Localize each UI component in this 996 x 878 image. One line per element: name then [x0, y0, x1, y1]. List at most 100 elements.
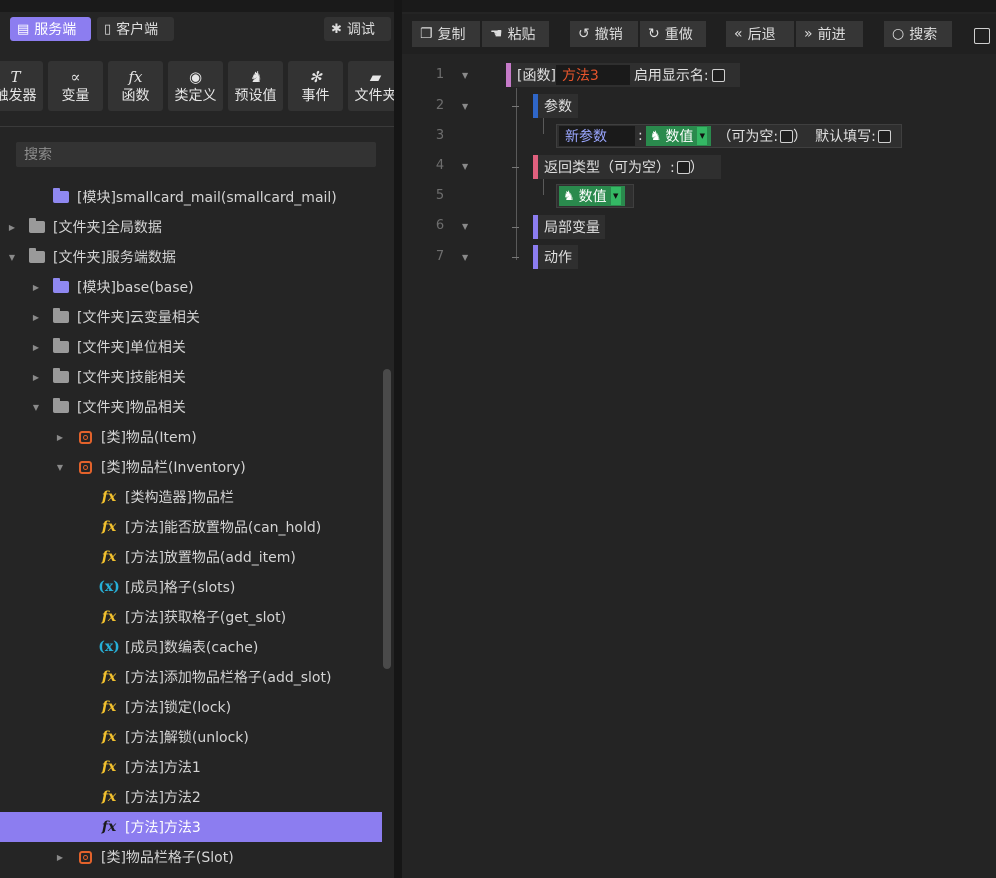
- function-button[interactable]: fx 函数: [108, 61, 163, 111]
- class-definition-button[interactable]: ◉ 类定义: [168, 61, 223, 111]
- tree-item[interactable]: ▶ [文件夹]云变量相关: [0, 302, 382, 332]
- chevron-down-icon[interactable]: ▼: [7, 253, 17, 262]
- event-button[interactable]: ✻ 事件: [288, 61, 343, 111]
- fold-toggle[interactable]: ▼: [462, 222, 468, 231]
- paste-button[interactable]: ☚ 粘贴: [482, 21, 549, 47]
- top-strip: [0, 0, 394, 12]
- chevron-right-icon[interactable]: ▶: [55, 433, 65, 442]
- fold-toggle[interactable]: ▼: [462, 71, 468, 80]
- server-tab[interactable]: ▤ 服务端: [10, 17, 91, 41]
- return-type-node[interactable]: 返回类型（可为空）: ）: [533, 155, 721, 179]
- trigger-button[interactable]: T 触发器: [0, 61, 43, 111]
- tree-item-label: [文件夹]技能相关: [77, 370, 186, 386]
- fold-toggle[interactable]: ▼: [462, 162, 468, 171]
- chevron-right-icon[interactable]: ▶: [31, 313, 41, 322]
- paste-label: 粘贴: [507, 27, 536, 43]
- tree-item[interactable]: ▼ [类]物品栏(Inventory): [0, 452, 382, 482]
- tree-item-label: [成员]数编表(cache): [125, 640, 259, 656]
- tree-item[interactable]: fx [类构造器]物品栏: [0, 482, 382, 512]
- tree-item[interactable]: fx [方法]获取格子(get_slot): [0, 602, 382, 632]
- tree-item[interactable]: ▼ [文件夹]服务端数据: [0, 242, 382, 272]
- tree-item[interactable]: (x) [成员]数编表(cache): [0, 632, 382, 662]
- function-icon: fx: [101, 729, 117, 745]
- redo-icon: ↻: [648, 26, 660, 42]
- chevron-right-icon[interactable]: ▶: [7, 223, 17, 232]
- debug-button[interactable]: ✱ 调试: [324, 17, 391, 41]
- editor-toolbar: ❐ 复制 ☚ 粘贴 ↺ 撤销 ↻ 重做 « 后退 » 前进 ○ 搜索: [402, 14, 996, 54]
- tree-item-label: [方法]方法2: [125, 790, 201, 806]
- copy-button[interactable]: ❐ 复制: [412, 21, 480, 47]
- tree-item[interactable]: fx [方法]放置物品(add_item): [0, 542, 382, 572]
- tree-item[interactable]: fx [方法]能否放置物品(can_hold): [0, 512, 382, 542]
- chevron-right-icon[interactable]: ▶: [31, 343, 41, 352]
- search-button[interactable]: ○ 搜索: [884, 21, 952, 47]
- tree-scrollbar[interactable]: [383, 369, 391, 669]
- chevron-right-icon[interactable]: ▶: [31, 283, 41, 292]
- client-tab[interactable]: ▯ 客户端: [97, 17, 174, 41]
- actions-node[interactable]: 动作: [533, 245, 578, 269]
- function-icon: fx: [101, 549, 117, 565]
- line-number: 5: [435, 188, 445, 203]
- tree-item[interactable]: ▶ [模块]base(base): [0, 272, 382, 302]
- copy-label: 复制: [437, 27, 466, 43]
- function-name-input[interactable]: 方法3: [555, 65, 630, 85]
- redo-button[interactable]: ↻ 重做: [640, 21, 706, 47]
- chevron-down-icon[interactable]: ▼: [31, 403, 41, 412]
- folder-button[interactable]: ▰ 文件夹: [348, 61, 394, 111]
- param-type-select[interactable]: ♞ 数值 ▼: [645, 126, 712, 146]
- tree-item[interactable]: (x) [成员]格子(slots): [0, 572, 382, 602]
- return-nullable-checkbox[interactable]: [676, 160, 690, 174]
- enable-display-name-checkbox[interactable]: [711, 68, 725, 82]
- default-fill-checkbox[interactable]: [877, 129, 891, 143]
- function-header-node[interactable]: [函数] 方法3 启用显示名:: [506, 63, 740, 87]
- undo-button[interactable]: ↺ 撤销: [570, 21, 638, 47]
- top-strip: [402, 0, 996, 12]
- nullable-checkbox[interactable]: [780, 129, 794, 143]
- tree-item-label: [方法]锁定(lock): [125, 700, 232, 716]
- chevron-down-icon[interactable]: ▼: [55, 463, 65, 472]
- chevron-right-icon[interactable]: ▶: [31, 373, 41, 382]
- server-tab-label: 服务端: [34, 22, 77, 38]
- event-label: 事件: [301, 88, 330, 104]
- tree-item[interactable]: ▶ [文件夹]技能相关: [0, 362, 382, 392]
- forward-button[interactable]: » 前进: [796, 21, 863, 47]
- fold-toggle[interactable]: ▼: [462, 253, 468, 262]
- params-node[interactable]: 参数: [533, 94, 578, 118]
- tree-item[interactable]: ▶ [文件夹]全局数据: [0, 212, 382, 242]
- tree-item[interactable]: fx [方法]方法1: [0, 752, 382, 782]
- node-color-bar: [506, 63, 511, 87]
- tree-item[interactable]: fx [方法]锁定(lock): [0, 692, 382, 722]
- chevron-right-icon[interactable]: ▶: [55, 853, 65, 862]
- return-type-value-node[interactable]: ♞ 数值 ▼: [556, 184, 634, 208]
- preset-button[interactable]: ♞ 预设值: [228, 61, 283, 111]
- param-name-input[interactable]: 新参数: [559, 126, 635, 146]
- parameter-node[interactable]: 新参数 : ♞ 数值 ▼ （可为空: ） 默认填写:: [556, 124, 902, 148]
- local-variables-node[interactable]: 局部变量: [533, 215, 605, 239]
- folder-icon: [28, 248, 46, 265]
- tree-item[interactable]: fx [方法]方法2: [0, 782, 382, 812]
- return-type-select[interactable]: ♞ 数值 ▼: [559, 186, 625, 206]
- create-toolbar: T 触发器 ∝ 变量 fx 函数 ◉ 类定义 ♞ 预设值 ✻ 事件 ▰ 文件夹: [0, 58, 394, 112]
- tree-item[interactable]: ▼ [文件夹]物品相关: [0, 392, 382, 422]
- tree-item[interactable]: ▶ [文件夹]单位相关: [0, 332, 382, 362]
- tree-item-label: [文件夹]云变量相关: [77, 310, 200, 326]
- tree-guide: [516, 88, 517, 260]
- tree-item[interactable]: ▶ [类]物品栏格子(Slot): [0, 842, 382, 872]
- toolbar-checkbox[interactable]: [974, 28, 990, 44]
- variable-button[interactable]: ∝ 变量: [48, 61, 103, 111]
- tree-item[interactable]: fx [方法]解锁(unlock): [0, 722, 382, 752]
- tree-item[interactable]: [模块]smallcard_mail(smallcard_mail): [0, 182, 382, 212]
- tree-item[interactable]: ▶ [类]物品(Item): [0, 422, 382, 452]
- back-button[interactable]: « 后退: [726, 21, 794, 47]
- fold-toggle[interactable]: ▼: [462, 102, 468, 111]
- tree-item[interactable]: fx [方法]添加物品栏格子(add_slot): [0, 662, 382, 692]
- tree-item-label: [方法]能否放置物品(can_hold): [125, 520, 322, 536]
- tree-item[interactable]: fx [方法]方法3: [0, 812, 382, 842]
- tree-guide: [512, 257, 519, 258]
- line-number: 6: [435, 218, 445, 233]
- module-icon: [52, 188, 70, 205]
- search-input[interactable]: [16, 142, 376, 167]
- panel-splitter[interactable]: [394, 0, 402, 878]
- enable-display-name-label: 启用显示名:: [633, 68, 709, 84]
- tree-item-label: [文件夹]服务端数据: [53, 250, 176, 266]
